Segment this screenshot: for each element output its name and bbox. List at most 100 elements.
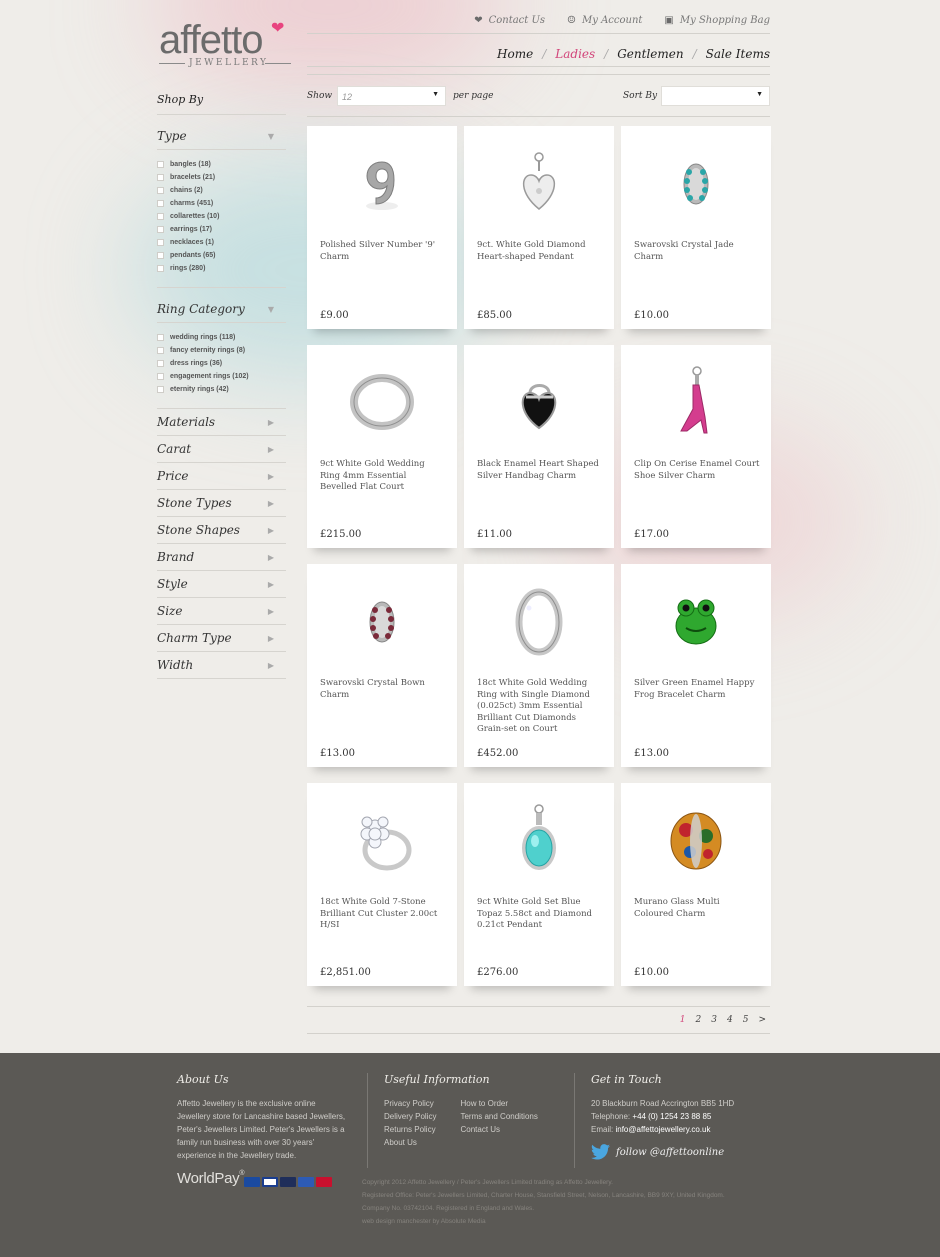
filter-option[interactable]: bangles (18): [157, 158, 286, 171]
product-name[interactable]: Clip On Cerise Enamel Court Shoe Silver …: [634, 459, 760, 482]
checkbox[interactable]: [157, 373, 164, 380]
product-name[interactable]: Polished Silver Number '9' Charm: [320, 240, 446, 263]
footer-link[interactable]: Privacy Policy: [384, 1097, 436, 1110]
filter-option[interactable]: charms (451): [157, 197, 286, 210]
page-link[interactable]: 5: [743, 1015, 749, 1025]
product-card[interactable]: Murano Glass Multi Coloured Charm £10.00: [621, 783, 771, 986]
footer-link[interactable]: How to Order: [460, 1097, 537, 1110]
nav-sale-items[interactable]: Sale Items: [706, 47, 770, 61]
product-card[interactable]: Clip On Cerise Enamel Court Shoe Silver …: [621, 345, 771, 548]
next-page-button[interactable]: >: [758, 1015, 766, 1025]
page-link[interactable]: 4: [727, 1015, 733, 1025]
filter-option[interactable]: eternity rings (42): [157, 383, 286, 396]
facet-style[interactable]: Style ▶: [157, 571, 286, 598]
page-link[interactable]: 3: [711, 1015, 717, 1025]
filter-option[interactable]: chains (2): [157, 184, 286, 197]
filter-option[interactable]: wedding rings (118): [157, 331, 286, 344]
heart-pendant-icon[interactable]: [489, 141, 589, 226]
page-link[interactable]: 2: [696, 1015, 702, 1025]
facet-brand[interactable]: Brand ▶: [157, 544, 286, 571]
filter-option[interactable]: earrings (17): [157, 223, 286, 236]
checkbox[interactable]: [157, 360, 164, 367]
nav-home[interactable]: Home: [497, 47, 533, 61]
nav-ladies[interactable]: Ladies: [555, 47, 595, 61]
checkbox[interactable]: [157, 161, 164, 168]
shoe-charm-icon[interactable]: [646, 360, 746, 445]
checkbox[interactable]: [157, 239, 164, 246]
wedding-ring-icon[interactable]: [332, 360, 432, 445]
facet-price[interactable]: Price ▶: [157, 463, 286, 490]
filter-option[interactable]: necklaces (1): [157, 236, 286, 249]
checkbox[interactable]: [157, 226, 164, 233]
product-name[interactable]: 18ct White Gold Wedding Ring with Single…: [477, 678, 603, 736]
filter-option[interactable]: rings (280): [157, 262, 286, 275]
footer-link[interactable]: Delivery Policy: [384, 1110, 436, 1123]
diamond-ring-icon[interactable]: [489, 579, 589, 664]
filter-option[interactable]: dress rings (36): [157, 357, 286, 370]
murano-bead-icon[interactable]: [646, 798, 746, 883]
account-link[interactable]: ☺ My Account: [567, 15, 642, 26]
facet-stone-types[interactable]: Stone Types ▶: [157, 490, 286, 517]
facet-size[interactable]: Size ▶: [157, 598, 286, 625]
facet-materials[interactable]: Materials ▶: [157, 409, 286, 436]
checkbox[interactable]: [157, 347, 164, 354]
product-name[interactable]: Murano Glass Multi Coloured Charm: [634, 897, 760, 920]
product-card[interactable]: Swarovski Crystal Jade Charm £10.00: [621, 126, 771, 329]
email-link[interactable]: info@affettojewellery.co.uk: [615, 1125, 710, 1134]
checkbox[interactable]: [157, 213, 164, 220]
filter-option[interactable]: bracelets (21): [157, 171, 286, 184]
facet-stone-shapes[interactable]: Stone Shapes ▶: [157, 517, 286, 544]
topaz-pendant-icon[interactable]: [489, 798, 589, 883]
checkbox[interactable]: [157, 252, 164, 259]
sort-select[interactable]: ▼: [661, 86, 770, 106]
checkbox[interactable]: [157, 265, 164, 272]
nav-gentlemen[interactable]: Gentlemen: [617, 47, 683, 61]
product-name[interactable]: 18ct White Gold 7-Stone Brilliant Cut Cl…: [320, 897, 446, 932]
product-name[interactable]: 9ct. White Gold Diamond Heart-shaped Pen…: [477, 240, 603, 263]
handbag-charm-icon[interactable]: [489, 360, 589, 445]
product-name[interactable]: 9ct White Gold Wedding Ring 4mm Essentia…: [320, 459, 446, 494]
product-card[interactable]: Black Enamel Heart Shaped Silver Handbag…: [464, 345, 614, 548]
filter-option[interactable]: pendants (65): [157, 249, 286, 262]
product-card[interactable]: Polished Silver Number '9' Charm £9.00: [307, 126, 457, 329]
facet-charm-type[interactable]: Charm Type ▶: [157, 625, 286, 652]
contact-link[interactable]: ❤ Contact Us: [474, 15, 545, 26]
footer-link[interactable]: About Us: [384, 1136, 436, 1149]
checkbox[interactable]: [157, 200, 164, 207]
product-name[interactable]: Swarovski Crystal Jade Charm: [634, 240, 760, 263]
product-card[interactable]: 18ct White Gold Wedding Ring with Single…: [464, 564, 614, 767]
cluster-ring-icon[interactable]: [332, 798, 432, 883]
product-card[interactable]: Swarovski Crystal Bown Charm £13.00: [307, 564, 457, 767]
facet-carat[interactable]: Carat ▶: [157, 436, 286, 463]
twitter-follow[interactable]: follow @affettoonline: [591, 1144, 791, 1160]
facet-type[interactable]: Type ▼: [157, 123, 286, 150]
shopping-bag-link[interactable]: ▣ My Shopping Bag: [664, 15, 770, 26]
checkbox[interactable]: [157, 386, 164, 393]
footer-link[interactable]: Terms and Conditions: [460, 1110, 537, 1123]
frog-charm-icon[interactable]: [646, 579, 746, 664]
footer-link[interactable]: Contact Us: [460, 1123, 537, 1136]
product-card[interactable]: 18ct White Gold 7-Stone Brilliant Cut Cl…: [307, 783, 457, 986]
facet-ring-category[interactable]: Ring Category ▼: [157, 296, 286, 323]
product-name[interactable]: Swarovski Crystal Bown Charm: [320, 678, 446, 701]
bead-charm-icon[interactable]: [646, 141, 746, 226]
checkbox[interactable]: [157, 174, 164, 181]
page-link[interactable]: 1: [680, 1015, 686, 1025]
per-page-select[interactable]: 12 ▼: [337, 86, 446, 106]
checkbox[interactable]: [157, 187, 164, 194]
filter-option[interactable]: collarettes (10): [157, 210, 286, 223]
filter-option[interactable]: fancy eternity rings (8): [157, 344, 286, 357]
footer-link[interactable]: Returns Policy: [384, 1123, 436, 1136]
product-card[interactable]: Silver Green Enamel Happy Frog Bracelet …: [621, 564, 771, 767]
product-card[interactable]: 9ct. White Gold Diamond Heart-shaped Pen…: [464, 126, 614, 329]
number-nine-charm-icon[interactable]: [332, 141, 432, 226]
bead-charm-icon[interactable]: [332, 579, 432, 664]
product-name[interactable]: 9ct White Gold Set Blue Topaz 5.58ct and…: [477, 897, 603, 932]
site-logo[interactable]: affetto ❤ JEWELLERY: [159, 20, 293, 72]
product-card[interactable]: 9ct White Gold Wedding Ring 4mm Essentia…: [307, 345, 457, 548]
filter-option[interactable]: engagement rings (102): [157, 370, 286, 383]
product-name[interactable]: Silver Green Enamel Happy Frog Bracelet …: [634, 678, 760, 701]
product-name[interactable]: Black Enamel Heart Shaped Silver Handbag…: [477, 459, 603, 482]
checkbox[interactable]: [157, 334, 164, 341]
product-card[interactable]: 9ct White Gold Set Blue Topaz 5.58ct and…: [464, 783, 614, 986]
